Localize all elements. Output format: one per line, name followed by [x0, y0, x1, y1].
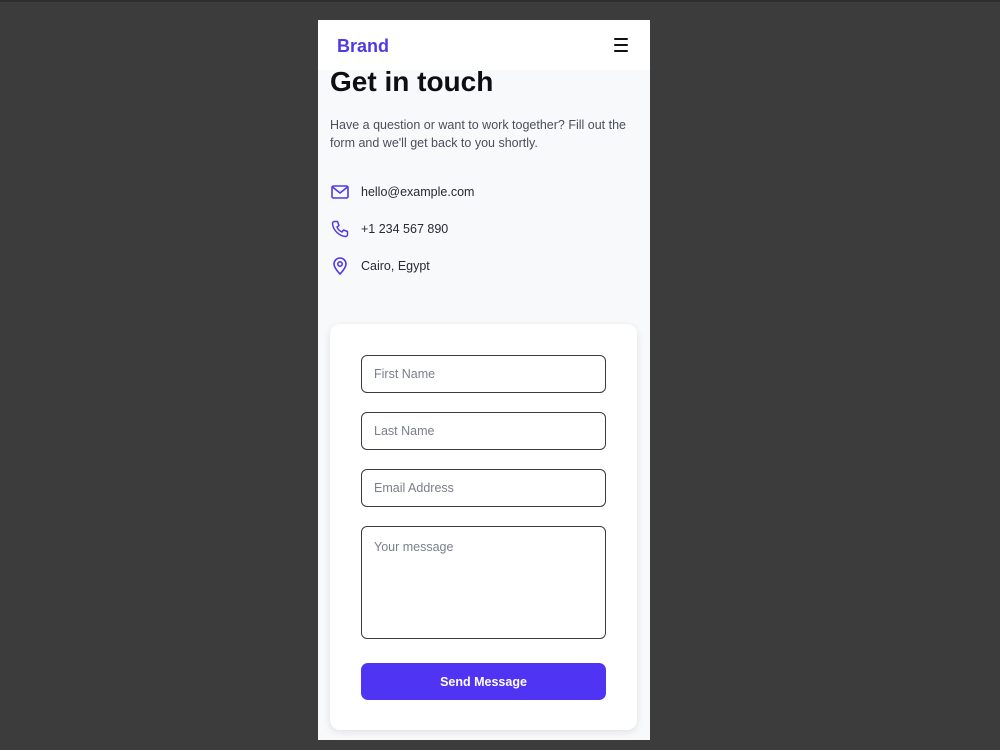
page-title: Get in touch — [330, 66, 494, 97]
message-textarea[interactable] — [361, 526, 606, 639]
hamburger-menu-icon[interactable] — [614, 38, 630, 52]
contact-email-text: hello@example.com — [361, 185, 475, 199]
contact-phone: +1 234 567 890 — [330, 219, 630, 239]
location-pin-icon — [333, 257, 347, 275]
email-input[interactable] — [361, 469, 606, 507]
top-strip — [0, 0, 1000, 2]
first-name-input[interactable] — [361, 355, 606, 393]
brand-logo[interactable]: Brand — [337, 35, 389, 57]
contact-form: Send Message — [330, 324, 637, 730]
mail-icon — [331, 185, 349, 199]
send-message-button[interactable]: Send Message — [361, 663, 606, 700]
contact-phone-text: +1 234 567 890 — [361, 222, 449, 236]
last-name-input[interactable] — [361, 412, 606, 450]
intro-text: Have a question or want to work together… — [330, 118, 626, 150]
navbar: Brand — [318, 20, 650, 70]
contact-location: Cairo, Egypt — [330, 256, 630, 276]
mobile-viewport: Brand Get in touch Have a question or wa… — [318, 20, 650, 740]
phone-icon — [331, 220, 349, 238]
contact-email: hello@example.com — [330, 182, 630, 202]
contact-location-text: Cairo, Egypt — [361, 259, 430, 273]
